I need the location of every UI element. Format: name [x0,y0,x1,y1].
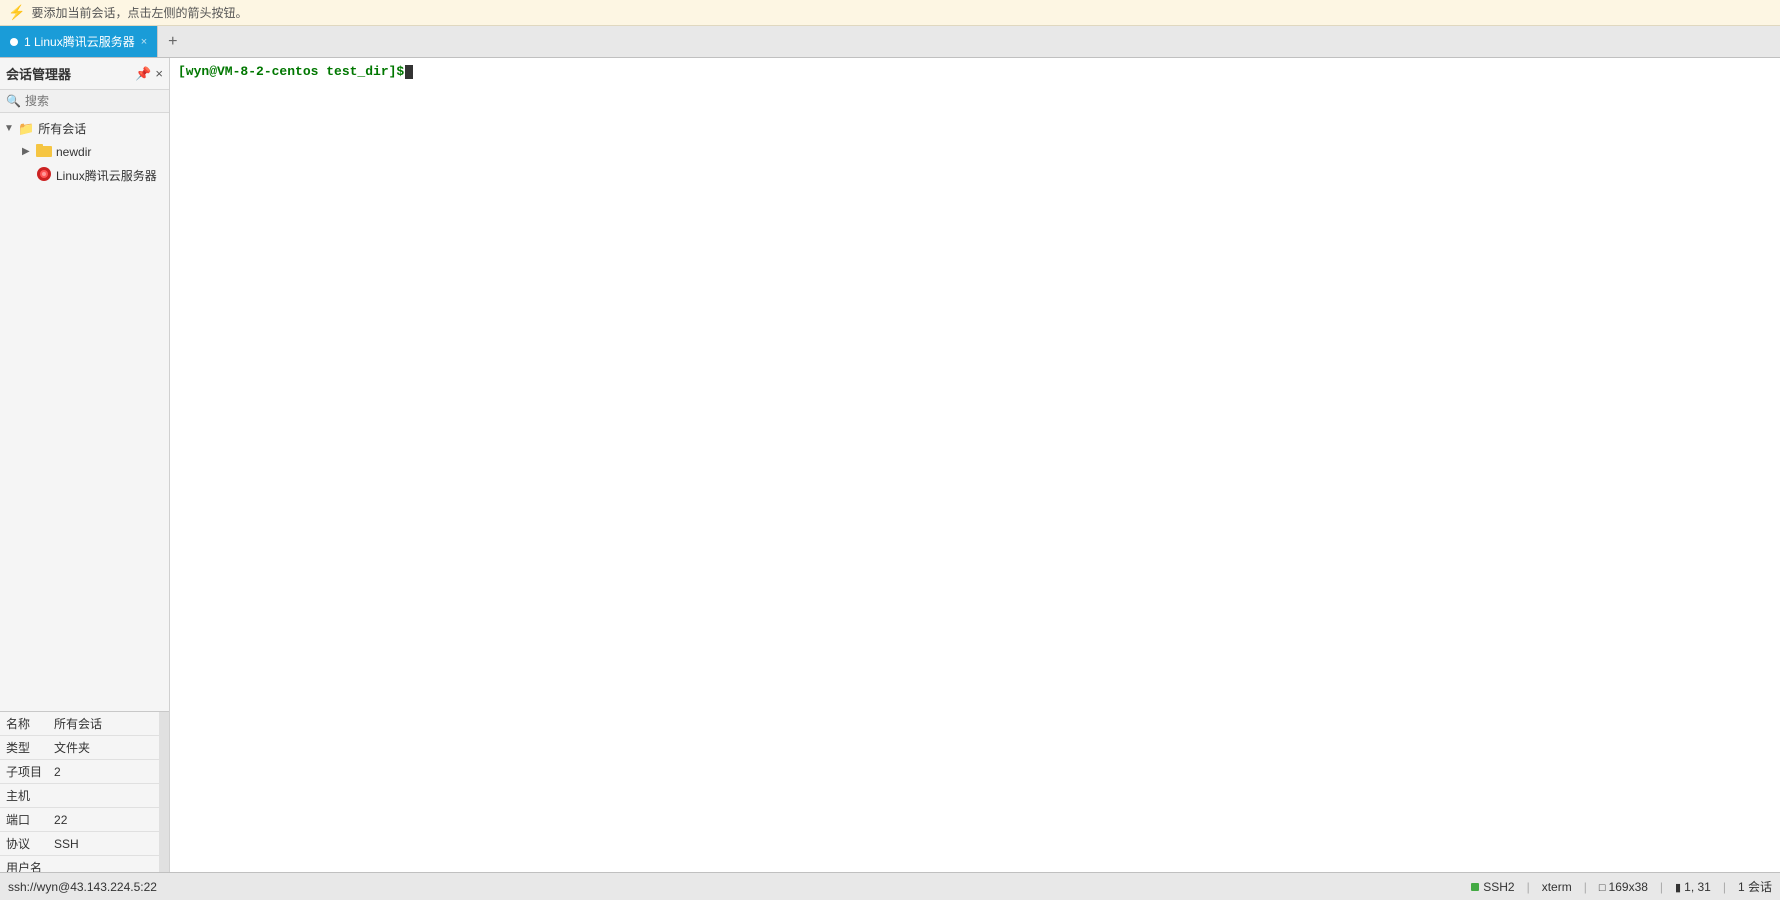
status-bar: ssh://wyn@43.143.224.5:22 SSH2 | xterm |… [0,872,1780,900]
props-value-cell: 文件夹 [48,736,169,760]
sidebar-header: 会话管理器 📌 × [0,58,169,90]
notification-icon: ⚡ [8,4,25,21]
dimensions-prefix: □ [1599,882,1609,894]
props-row: 主机 [0,784,169,808]
status-terminal-type: xterm [1542,880,1572,894]
props-label-cell: 用户名 [0,856,48,873]
status-connection: ssh://wyn@43.143.224.5:22 [8,880,1455,894]
props-label-cell: 类型 [0,736,48,760]
props-label-cell: 协议 [0,832,48,856]
status-right: SSH2 | xterm | □ 169x38 | ▮ 1, 31 | 1 会话 [1471,878,1772,895]
sidebar: 会话管理器 📌 × 🔍 ▼ 📁 所有会话 ▶ [0,58,170,872]
main-layout: 会话管理器 📌 × 🔍 ▼ 📁 所有会话 ▶ [0,58,1780,872]
props-row: 用户名 [0,856,169,873]
props-row: 类型文件夹 [0,736,169,760]
tree-root-label: 所有会话 [38,120,86,137]
status-sessions: 1 会话 [1738,878,1772,895]
props-label-cell: 名称 [0,712,48,736]
props-label-cell: 主机 [0,784,48,808]
prompt-text: [wyn@VM-8-2-centos test_dir]$ [178,64,404,79]
terminal-area[interactable]: [wyn@VM-8-2-centos test_dir]$ [170,58,1780,872]
search-input[interactable] [25,94,163,108]
properties-table: 名称所有会话类型文件夹子项目2主机端口22协议SSH用户名说明 [0,712,169,872]
sidebar-pin-icon[interactable]: 📌 [135,66,151,82]
tab-bar: 1 Linux腾讯云服务器 × + [0,26,1780,58]
status-protocol: SSH2 [1483,880,1514,894]
tree-item-root[interactable]: ▼ 📁 所有会话 [0,117,169,140]
tab-label: 1 Linux腾讯云服务器 [24,33,135,50]
props-row: 协议SSH [0,832,169,856]
props-label-cell: 端口 [0,808,48,832]
tab-close-button[interactable]: × [141,36,147,48]
props-value-cell [48,784,169,808]
properties-scroll[interactable]: 名称所有会话类型文件夹子项目2主机端口22协议SSH用户名说明 [0,712,169,872]
tree-item-server[interactable]: Linux腾讯云服务器 [0,163,169,188]
status-dimensions: □ 169x38 [1599,880,1648,894]
tab-indicator [10,38,18,46]
newdir-expand-icon: ▶ [22,146,36,157]
tab-add-button[interactable]: + [158,26,187,57]
sidebar-header-icons: 📌 × [135,66,163,82]
tab-active[interactable]: 1 Linux腾讯云服务器 × [0,26,158,57]
cursor [405,65,413,79]
cursor-prefix: ▮ [1675,882,1684,894]
sidebar-title: 会话管理器 [6,64,131,83]
server-label: Linux腾讯云服务器 [56,167,157,184]
prompt-line: [wyn@VM-8-2-centos test_dir]$ [178,64,1772,79]
tree-container: ▼ 📁 所有会话 ▶ newdir [0,113,169,711]
status-cursor-pos: ▮ 1, 31 [1675,880,1711,894]
props-value-cell: 2 [48,760,169,784]
terminal-content[interactable]: [wyn@VM-8-2-centos test_dir]$ [170,58,1780,872]
newdir-folder-icon [36,143,52,160]
props-value-cell [48,856,169,873]
newdir-label: newdir [56,145,91,159]
props-row: 名称所有会话 [0,712,169,736]
props-label-cell: 子项目 [0,760,48,784]
scrollbar[interactable] [159,712,169,872]
status-protocol-item: SSH2 [1471,880,1514,894]
notification-text: 要添加当前会话，点击左侧的箭头按钮。 [31,4,247,21]
notification-bar: ⚡ 要添加当前会话，点击左侧的箭头按钮。 [0,0,1780,26]
props-value-cell: 22 [48,808,169,832]
search-icon: 🔍 [6,94,21,108]
sidebar-close-icon[interactable]: × [155,66,163,82]
protocol-dot [1471,883,1479,891]
expand-icon: ▼ [4,123,18,134]
props-row: 子项目2 [0,760,169,784]
server-icon [36,166,52,185]
props-row: 端口22 [0,808,169,832]
root-folder-icon: 📁 [18,121,34,137]
props-value-cell: 所有会话 [48,712,169,736]
tree-item-newdir[interactable]: ▶ newdir [0,140,169,163]
properties-panel: 名称所有会话类型文件夹子项目2主机端口22协议SSH用户名说明 [0,711,169,872]
props-value-cell: SSH [48,832,169,856]
